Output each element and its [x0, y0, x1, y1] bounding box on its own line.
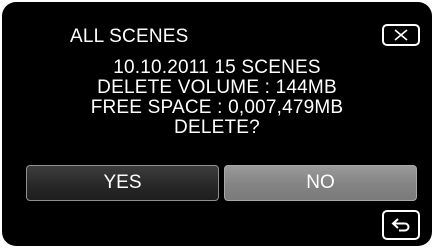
delete-dialog-screen: ALL SCENES 10.10.2011 15 SCENES DELETE V…	[2, 2, 432, 246]
dialog-title: ALL SCENES	[70, 26, 189, 47]
close-button[interactable]	[382, 24, 420, 46]
message-free-space: FREE SPACE : 0,007,479MB	[90, 97, 344, 118]
return-arrow-icon	[391, 218, 410, 232]
back-button[interactable]	[382, 210, 420, 240]
message-date-scenes: 10.10.2011 15 SCENES	[113, 57, 321, 78]
message-delete-volume: DELETE VOLUME : 144MB	[97, 77, 337, 98]
close-icon	[394, 29, 408, 41]
yes-button[interactable]: YES	[26, 165, 219, 201]
message-confirm-question: DELETE?	[174, 117, 260, 138]
dialog-message: 10.10.2011 15 SCENES DELETE VOLUME : 144…	[2, 58, 432, 138]
no-button[interactable]: NO	[224, 165, 417, 201]
